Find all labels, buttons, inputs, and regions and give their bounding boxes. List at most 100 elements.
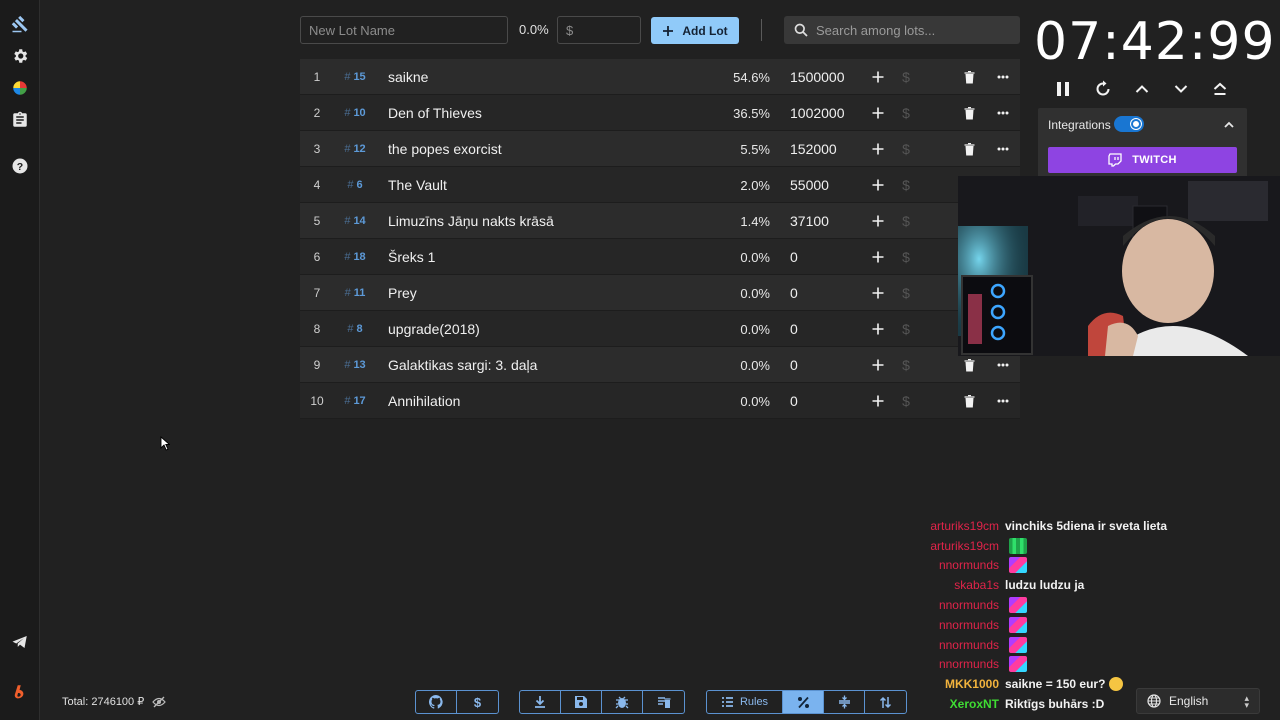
bug-report-button[interactable] (602, 691, 643, 713)
wheel-pie-icon[interactable] (8, 76, 32, 100)
sort-button[interactable] (865, 691, 906, 713)
delete-trash-icon[interactable] (960, 131, 978, 167)
lot-amount[interactable]: 152000 (790, 131, 837, 167)
lot-id: #18 (340, 239, 370, 275)
settings-gear-icon[interactable] (8, 44, 32, 68)
search-input[interactable] (816, 22, 1006, 38)
lot-amount[interactable]: 55000 (790, 167, 829, 203)
add-amount-plus-icon[interactable] (868, 95, 888, 131)
lot-row[interactable]: 6 #18 Šreks 1 0.0% 0 $ (300, 239, 1020, 275)
more-options-icon[interactable] (994, 383, 1012, 419)
dollar-icon[interactable]: $ (898, 167, 914, 203)
lot-row[interactable]: 1 #15 saikne 54.6% 1500000 $ (300, 59, 1020, 95)
add-amount-plus-icon[interactable] (868, 167, 888, 203)
lot-id: #14 (340, 203, 370, 239)
dollar-icon[interactable]: $ (898, 383, 914, 419)
lot-amount[interactable]: 1002000 (790, 95, 845, 131)
lot-row[interactable]: 3 #12 the popes exorcist 5.5% 152000 $ (300, 131, 1020, 167)
chat-message: arturiks19cm vinchiks 5diena ir sveta lie… (900, 516, 1200, 536)
clear-lots-button[interactable] (643, 691, 684, 713)
boosty-icon[interactable] (8, 680, 32, 704)
lot-amount[interactable]: 0 (790, 239, 798, 275)
dollar-icon[interactable]: $ (898, 239, 914, 275)
pause-icon[interactable] (1051, 78, 1075, 100)
lot-percent: 54.6% (733, 69, 770, 85)
more-options-icon[interactable] (994, 131, 1012, 167)
history-clipboard-icon[interactable] (8, 108, 32, 132)
save-button[interactable] (561, 691, 602, 713)
lot-amount[interactable]: 1500000 (790, 59, 845, 95)
lot-name[interactable]: Limuzīns Jāņu nakts krāsā (388, 203, 554, 239)
lot-amount[interactable]: 37100 (790, 203, 829, 239)
dollar-icon[interactable]: $ (898, 311, 914, 347)
help-icon[interactable]: ? (8, 154, 32, 178)
more-options-icon[interactable] (994, 95, 1012, 131)
total-sum: Total: 2746100 ₽ (62, 695, 167, 708)
lot-name[interactable]: Prey (388, 275, 417, 311)
collapse-chevron-icon[interactable] (1221, 117, 1237, 133)
new-lot-amount-input[interactable] (557, 16, 641, 44)
add-lot-button[interactable]: Add Lot (651, 17, 739, 44)
lot-row[interactable]: 7 #11 Prey 0.0% 0 $ (300, 275, 1020, 311)
dollar-icon[interactable]: $ (898, 131, 914, 167)
add-amount-plus-icon[interactable] (868, 383, 888, 419)
integrations-toggle[interactable] (1114, 116, 1144, 132)
add-amount-plus-icon[interactable] (868, 275, 888, 311)
lot-name[interactable]: Šreks 1 (388, 239, 435, 275)
language-select[interactable]: English ▴ ▾ (1136, 688, 1260, 714)
add-amount-plus-icon[interactable] (868, 239, 888, 275)
select-caret-icon: ▴ ▾ (1244, 693, 1249, 710)
lot-name[interactable]: upgrade(2018) (388, 311, 480, 347)
dollar-icon[interactable]: $ (898, 95, 914, 131)
telegram-icon[interactable] (8, 630, 32, 654)
donate-button[interactable]: $ (457, 691, 498, 713)
twitch-button[interactable]: TWITCH (1048, 147, 1237, 173)
delete-trash-icon[interactable] (960, 95, 978, 131)
dollar-icon[interactable]: $ (898, 59, 914, 95)
more-options-icon[interactable] (994, 59, 1012, 95)
chevron-down-icon[interactable] (1169, 78, 1193, 100)
delete-trash-icon[interactable] (960, 59, 978, 95)
dollar-icon[interactable]: $ (898, 203, 914, 239)
delete-trash-icon[interactable] (960, 383, 978, 419)
add-amount-plus-icon[interactable] (868, 347, 888, 383)
add-amount-plus-icon[interactable] (868, 311, 888, 347)
lot-row[interactable]: 10 #17 Annihilation 0.0% 0 $ (300, 383, 1020, 419)
lot-row[interactable]: 2 #10 Den of Thieves 36.5% 1002000 $ (300, 95, 1020, 131)
chat-message: nnormunds (900, 595, 1200, 615)
dollar-icon[interactable]: $ (898, 347, 914, 383)
visibility-off-icon[interactable] (152, 696, 167, 708)
lot-amount[interactable]: 0 (790, 275, 798, 311)
lot-index: 2 (313, 106, 321, 120)
lot-name[interactable]: The Vault (388, 167, 447, 203)
percent-button[interactable] (783, 691, 824, 713)
lot-amount[interactable]: 0 (790, 383, 798, 419)
lot-row[interactable]: 8 #8 upgrade(2018) 0.0% 0 $ (300, 311, 1020, 347)
lot-name[interactable]: Galaktikas sargi: 3. daļa (388, 347, 537, 383)
lot-name[interactable]: Annihilation (388, 383, 460, 419)
lot-name[interactable]: the popes exorcist (388, 131, 502, 167)
auction-gavel-icon[interactable] (8, 12, 32, 36)
chat-message-text: ludzu ludzu ja (1005, 578, 1085, 593)
compact-view-button[interactable] (824, 691, 865, 713)
dollar-icon[interactable]: $ (898, 275, 914, 311)
lot-amount[interactable]: 0 (790, 347, 798, 383)
lot-row[interactable]: 9 #13 Galaktikas sargi: 3. daļa 0.0% 0 $ (300, 347, 1020, 383)
lot-row[interactable]: 5 #14 Limuzīns Jāņu nakts krāsā 1.4% 371… (300, 203, 1020, 239)
download-button[interactable] (520, 691, 561, 713)
lot-row[interactable]: 4 #6 The Vault 2.0% 55000 $ (300, 167, 1020, 203)
lot-name[interactable]: Den of Thieves (388, 95, 482, 131)
reset-icon[interactable] (1091, 78, 1115, 100)
lot-amount[interactable]: 0 (790, 311, 798, 347)
chat-message: nnormunds (900, 615, 1200, 635)
new-lot-name-input[interactable] (300, 16, 508, 44)
rules-button[interactable]: Rules (707, 691, 783, 713)
chevron-up-icon[interactable] (1130, 78, 1154, 100)
search-box[interactable] (784, 16, 1020, 44)
lot-name[interactable]: saikne (388, 59, 428, 95)
add-amount-plus-icon[interactable] (868, 59, 888, 95)
github-button[interactable] (416, 691, 457, 713)
add-amount-plus-icon[interactable] (868, 131, 888, 167)
add-amount-plus-icon[interactable] (868, 203, 888, 239)
double-chevron-up-icon[interactable] (1208, 78, 1232, 100)
